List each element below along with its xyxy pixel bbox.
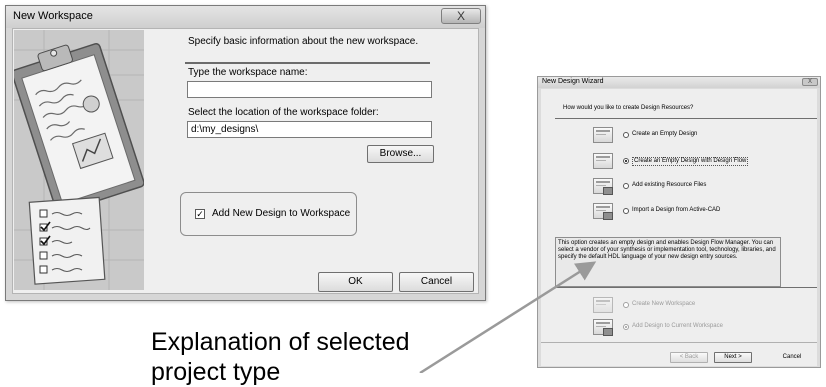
arrow-line — [419, 261, 597, 373]
pointer-arrow — [419, 261, 597, 373]
